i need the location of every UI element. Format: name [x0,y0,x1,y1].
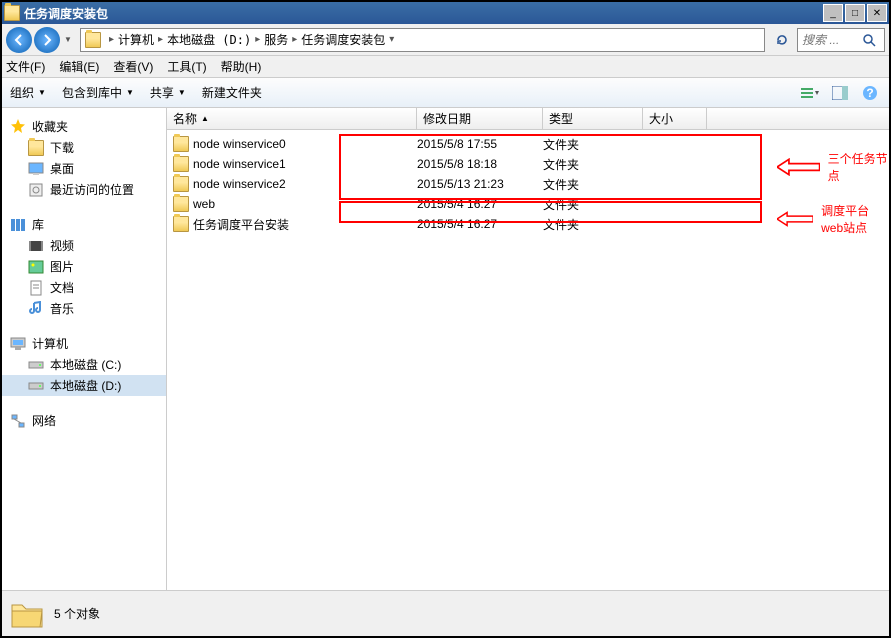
libraries-heading[interactable]: 库 [2,214,166,235]
music-icon [28,301,44,317]
search-box[interactable] [797,28,885,52]
organize-button[interactable]: 组织▼ [10,84,46,101]
computer-label: 计算机 [32,335,68,352]
sort-asc-icon: ▲ [201,114,209,123]
folder-icon [173,176,189,192]
preview-pane-button[interactable] [829,82,851,104]
column-headers: 名称▲ 修改日期 类型 大小 [167,108,889,130]
close-button[interactable]: ✕ [867,4,887,22]
chevron-right-icon: ▸ [292,34,297,45]
forward-button[interactable] [34,27,60,53]
file-row[interactable]: web2015/5/4 16:27文件夹 [167,194,889,214]
search-icon [862,33,876,47]
breadcrumb-item[interactable]: 任务调度安装包 [301,31,385,48]
library-icon [10,217,26,233]
breadcrumb-item[interactable]: 计算机 [118,31,154,48]
document-icon [28,280,44,296]
computer-icon [10,336,26,352]
command-bar: 组织▼ 包含到库中▼ 共享▼ 新建文件夹 ? [2,78,889,108]
breadcrumb-item[interactable]: 服务 [264,31,288,48]
network-label: 网络 [32,412,56,429]
include-in-library-button[interactable]: 包含到库中▼ [62,84,134,101]
status-bar: 5 个对象 [2,590,889,636]
folder-icon [173,216,189,232]
back-button[interactable] [6,27,32,53]
breadcrumb-item[interactable]: 本地磁盘 (D:) [167,31,251,48]
network-heading[interactable]: 网络 [2,410,166,431]
menu-view[interactable]: 查看(V) [113,58,153,75]
window-folder-icon [4,5,20,21]
navigation-pane: 收藏夹 下载 桌面 最近访问的位置 库 视频 图片 文档 音乐 计算机 本地磁盘… [2,108,167,590]
column-header-date[interactable]: 修改日期 [417,108,543,129]
sidebar-item-videos[interactable]: 视频 [2,235,166,256]
search-input[interactable] [802,33,862,47]
svg-text:?: ? [866,86,873,100]
disk-icon [28,357,44,373]
maximize-button[interactable]: □ [845,4,865,22]
folder-icon [85,32,101,48]
folder-icon [28,140,44,156]
sidebar-item-downloads[interactable]: 下载 [2,137,166,158]
navigation-toolbar: ▼ ▸ 计算机 ▸ 本地磁盘 (D:) ▸ 服务 ▸ 任务调度安装包 ▾ [2,24,889,56]
menu-tools[interactable]: 工具(T) [167,58,206,75]
address-bar[interactable]: ▸ 计算机 ▸ 本地磁盘 (D:) ▸ 服务 ▸ 任务调度安装包 ▾ [80,28,765,52]
column-header-type[interactable]: 类型 [543,108,643,129]
menu-edit[interactable]: 编辑(E) [59,58,99,75]
window-title: 任务调度安装包 [24,5,823,22]
libraries-label: 库 [32,216,44,233]
disk-icon [28,378,44,394]
sidebar-item-music[interactable]: 音乐 [2,298,166,319]
chevron-right-icon: ▸ [109,34,114,45]
window-controls: _ □ ✕ [823,4,887,22]
star-icon [10,119,26,135]
favorites-label: 收藏夹 [32,118,68,135]
minimize-button[interactable]: _ [823,4,843,22]
column-header-name[interactable]: 名称▲ [167,108,417,129]
file-row[interactable]: node winservice12015/5/8 18:18文件夹 [167,154,889,174]
sidebar-item-disk-c[interactable]: 本地磁盘 (C:) [2,354,166,375]
chevron-right-icon: ▾ [389,34,394,45]
folder-icon [10,597,44,631]
main-area: 收藏夹 下载 桌面 最近访问的位置 库 视频 图片 文档 音乐 计算机 本地磁盘… [2,108,889,590]
file-row[interactable]: node winservice02015/5/8 17:55文件夹 [167,134,889,154]
column-header-size[interactable]: 大小 [643,108,707,129]
computer-heading[interactable]: 计算机 [2,333,166,354]
folder-icon [173,196,189,212]
sidebar-item-disk-d[interactable]: 本地磁盘 (D:) [2,375,166,396]
titlebar: 任务调度安装包 _ □ ✕ [2,2,889,24]
status-text: 5 个对象 [54,605,100,622]
recent-icon [28,182,44,198]
file-row[interactable]: 任务调度平台安装2015/5/4 16:27文件夹 [167,214,889,234]
favorites-heading[interactable]: 收藏夹 [2,116,166,137]
sidebar-item-recent[interactable]: 最近访问的位置 [2,179,166,200]
refresh-button[interactable] [771,29,793,51]
folder-icon [173,136,189,152]
chevron-right-icon: ▸ [158,34,163,45]
video-icon [28,238,44,254]
sidebar-item-pictures[interactable]: 图片 [2,256,166,277]
chevron-right-icon: ▸ [255,34,260,45]
file-list: node winservice02015/5/8 17:55文件夹 node w… [167,130,889,238]
picture-icon [28,259,44,275]
new-folder-button[interactable]: 新建文件夹 [202,84,262,101]
menu-help[interactable]: 帮助(H) [221,58,262,75]
folder-icon [173,156,189,172]
desktop-icon [28,161,44,177]
network-icon [10,413,26,429]
sidebar-item-documents[interactable]: 文档 [2,277,166,298]
sidebar-item-desktop[interactable]: 桌面 [2,158,166,179]
history-dropdown[interactable]: ▼ [62,27,74,53]
file-row[interactable]: node winservice22015/5/13 21:23文件夹 [167,174,889,194]
menubar: 文件(F) 编辑(E) 查看(V) 工具(T) 帮助(H) [2,56,889,78]
menu-file[interactable]: 文件(F) [6,58,45,75]
share-button[interactable]: 共享▼ [150,84,186,101]
help-button[interactable]: ? [859,82,881,104]
content-pane: 名称▲ 修改日期 类型 大小 node winservice02015/5/8 … [167,108,889,590]
view-options-button[interactable] [799,82,821,104]
